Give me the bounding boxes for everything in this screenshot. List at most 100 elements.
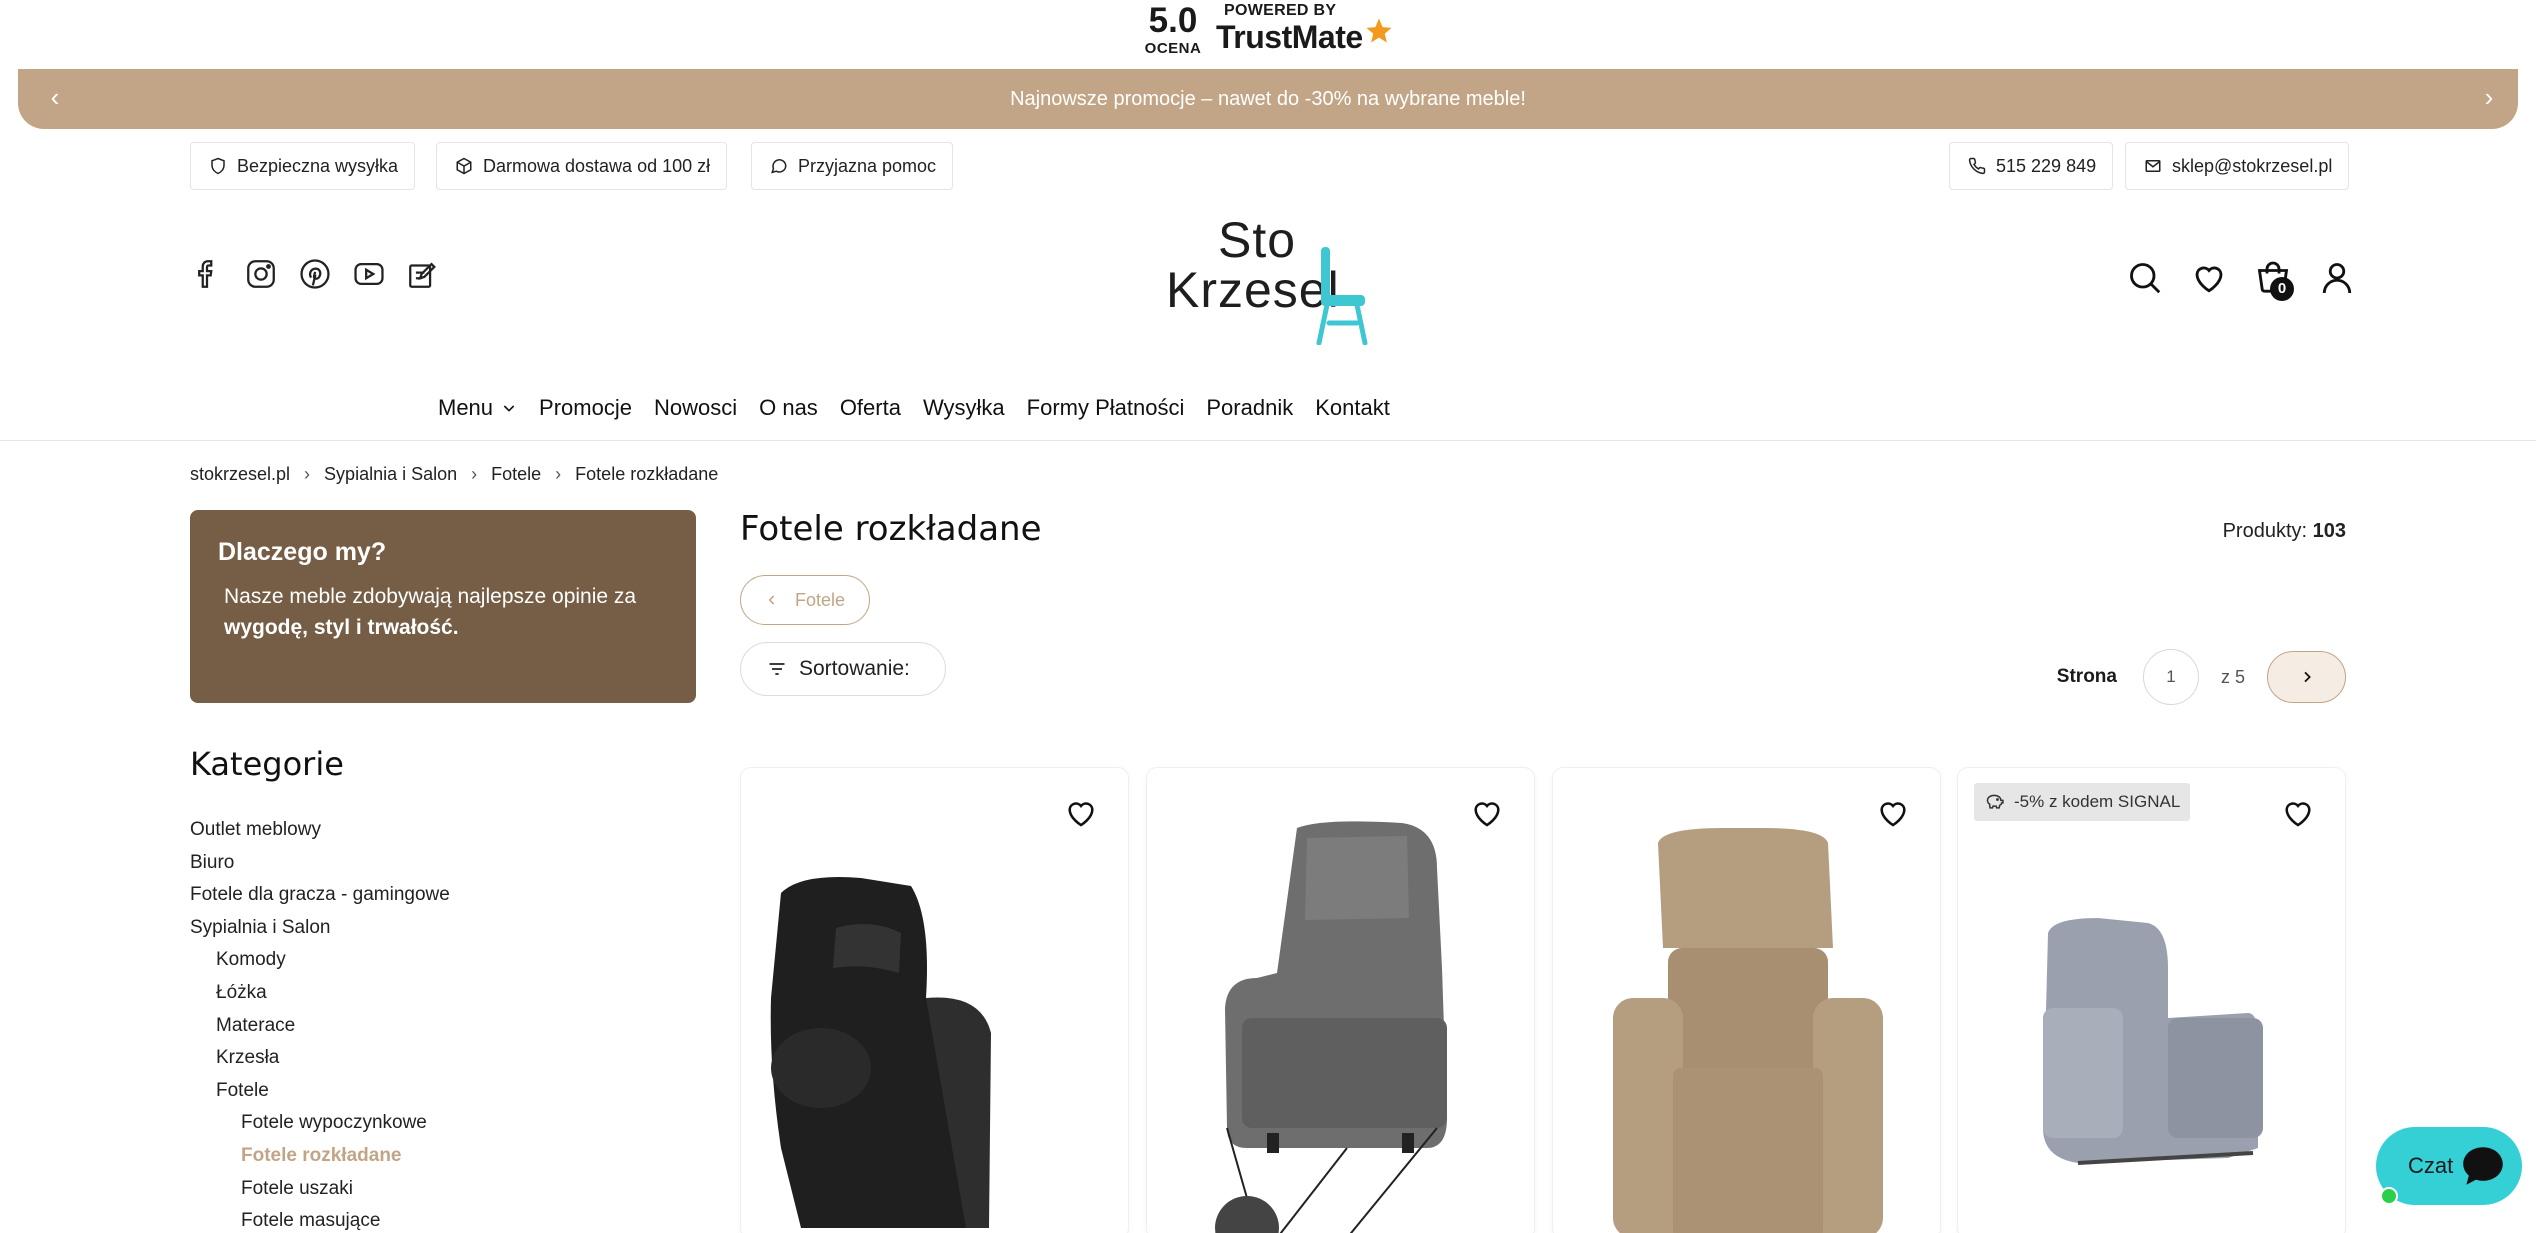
trustmate-star-icon (1366, 18, 1392, 43)
safe-shipping-pill: Bezpieczna wysyłka (190, 142, 416, 190)
breadcrumb-fotele[interactable]: Fotele (491, 464, 541, 485)
product-card[interactable] (741, 768, 1128, 1233)
why-us-title: Dlaczego my? (218, 538, 387, 566)
favorite-heart-icon[interactable] (1470, 796, 1504, 830)
nav-item-nowosci[interactable]: Nowosci (643, 393, 748, 423)
back-button-label: Fotele (794, 589, 846, 610)
mail-icon (2145, 160, 2161, 172)
nav-item-o-nas[interactable]: O nas (748, 393, 829, 423)
trustmate-name: TrustMate (1216, 19, 1363, 55)
free-delivery-label: Darmowa dostawa od 100 zł (483, 155, 711, 176)
wishlist-heart-icon[interactable] (2186, 255, 2232, 301)
blog-icon[interactable] (406, 255, 440, 293)
why-us-text: Nasze meble zdobywają najlepsze opinie z… (224, 585, 637, 639)
instagram-icon[interactable] (244, 255, 278, 293)
category-item[interactable]: Fotele rozkładane (190, 1140, 450, 1173)
breadcrumb-current: Fotele rozkładane (575, 464, 719, 484)
chat-bubble-icon (2463, 1147, 2503, 1185)
category-item[interactable]: Fotele masujące (190, 1205, 450, 1233)
category-item[interactable]: Fotele dla gracza - gamingowe (190, 879, 450, 912)
favorite-heart-icon[interactable] (1876, 796, 1910, 830)
chevron-right-icon (2303, 671, 2311, 683)
nav-item-poradnik[interactable]: Poradnik (1195, 393, 1304, 423)
trustmate-score-label: OCENA (1144, 40, 1202, 57)
nav-menu[interactable]: Menu (438, 393, 528, 423)
header-actions: 0 (2122, 255, 2360, 301)
breadcrumb-home[interactable]: stokrzesel.pl (190, 464, 290, 485)
nav-menu-label: Menu (438, 395, 494, 420)
nav-divider (0, 440, 2536, 441)
nav-item-formy-platnosci[interactable]: Formy Płatności (1016, 393, 1196, 423)
filter-lines-icon (769, 663, 785, 675)
email-pill[interactable]: sklep@stokrzesel.pl (2125, 142, 2350, 190)
category-item[interactable]: Komody (190, 944, 450, 977)
free-delivery-pill: Darmowa dostawa od 100 zł (436, 142, 728, 190)
product-card[interactable] (1147, 768, 1534, 1233)
email-address[interactable]: sklep@stokrzesel.pl (2172, 156, 2332, 177)
user-account-icon[interactable] (2314, 255, 2360, 301)
breadcrumb: stokrzesel.pl › Sypialnia i Salon › Fote… (190, 464, 718, 485)
product-card[interactable]: -5% z kodem SIGNAL (1958, 768, 2345, 1233)
back-to-fotele-button[interactable]: Fotele (740, 575, 870, 625)
product-image (1613, 828, 1883, 1233)
trustmate-score: 5.0 OCENA (1140, 1, 1206, 58)
youtube-icon[interactable] (352, 255, 386, 293)
cart-icon[interactable]: 0 (2250, 255, 2296, 301)
site-logo[interactable]: Sto Krzesel (1160, 205, 1390, 345)
trustmate-score-value: 5.0 (1148, 1, 1198, 40)
trustmate-widget[interactable]: 5.0 OCENA POWERED BY TrustMate (0, 0, 2536, 66)
why-us-box: Dlaczego my? Nasze meble zdobywają najle… (190, 510, 696, 703)
online-status-dot (2380, 1187, 2398, 1205)
sort-button[interactable]: Sortowanie: (740, 642, 946, 696)
page-label: Strona (2056, 666, 2117, 687)
friendly-help-label: Przyjazna pomoc (798, 155, 937, 176)
powered-by-label: POWERED BY (1224, 2, 1337, 19)
product-card[interactable] (1553, 768, 1940, 1233)
facebook-icon[interactable] (190, 255, 224, 293)
current-page-input[interactable]: 1 (2142, 649, 2199, 705)
search-icon[interactable] (2122, 255, 2168, 301)
promo-next-button[interactable]: › (2474, 83, 2504, 113)
main-nav: Menu Promocje Nowosci O nas Oferta Wysył… (438, 393, 1401, 423)
category-item[interactable]: Outlet meblowy (190, 814, 450, 847)
favorite-heart-icon[interactable] (2281, 796, 2315, 830)
favorite-heart-icon[interactable] (1064, 796, 1098, 830)
next-page-button[interactable] (2267, 651, 2346, 703)
category-item[interactable]: Krzesła (190, 1042, 450, 1075)
category-item[interactable]: Łóżka (190, 977, 450, 1010)
category-item[interactable]: Materace (190, 1010, 450, 1043)
nav-item-oferta[interactable]: Oferta (829, 393, 912, 423)
chat-button[interactable]: Czat (2376, 1127, 2522, 1205)
phone-number[interactable]: 515 229 849 (1996, 156, 2096, 177)
phone-pill[interactable]: 515 229 849 (1949, 142, 2114, 190)
chair-logo-icon (1316, 247, 1368, 345)
page-title: Fotele rozkładane (740, 509, 1042, 549)
chevron-left-icon (768, 595, 775, 605)
chat-label: Czat (2408, 1153, 2454, 1178)
friendly-help-pill: Przyjazna pomoc (751, 142, 954, 190)
categories-title: Kategorie (190, 745, 344, 783)
logo-line-2: Krzesel (1166, 262, 1340, 318)
category-item[interactable]: Fotele (190, 1075, 450, 1108)
nav-item-promocje[interactable]: Promocje (528, 393, 643, 423)
box-icon (456, 157, 472, 175)
category-item[interactable]: Fotele wypoczynkowe (190, 1107, 450, 1140)
promo-code-text: -5% z kodem SIGNAL (2014, 792, 2181, 811)
page-total: z 5 (2220, 666, 2245, 687)
promo-text[interactable]: Najnowsze promocje – nawet do -30% na wy… (18, 88, 2518, 111)
category-item[interactable]: Sypialnia i Salon (190, 912, 450, 945)
nav-item-kontakt[interactable]: Kontakt (1304, 393, 1401, 423)
breadcrumb-chevron-icon: › (471, 464, 478, 484)
breadcrumb-chevron-icon: › (555, 464, 562, 484)
product-image (770, 877, 991, 1228)
category-item[interactable]: Fotele uszaki (190, 1173, 450, 1206)
breadcrumb-chevron-icon: › (304, 464, 311, 484)
nav-item-wysylka[interactable]: Wysyłka (912, 393, 1016, 423)
shield-icon (211, 157, 225, 175)
category-item[interactable]: Biuro (190, 847, 450, 880)
pagination: Strona 1 z 5 (2057, 649, 2346, 705)
trustmate-brand: POWERED BY TrustMate (1216, 2, 1392, 55)
breadcrumb-sypialnia[interactable]: Sypialnia i Salon (324, 464, 457, 485)
product-count: Produkty: 103 (2222, 520, 2346, 542)
pinterest-icon[interactable] (298, 255, 332, 293)
